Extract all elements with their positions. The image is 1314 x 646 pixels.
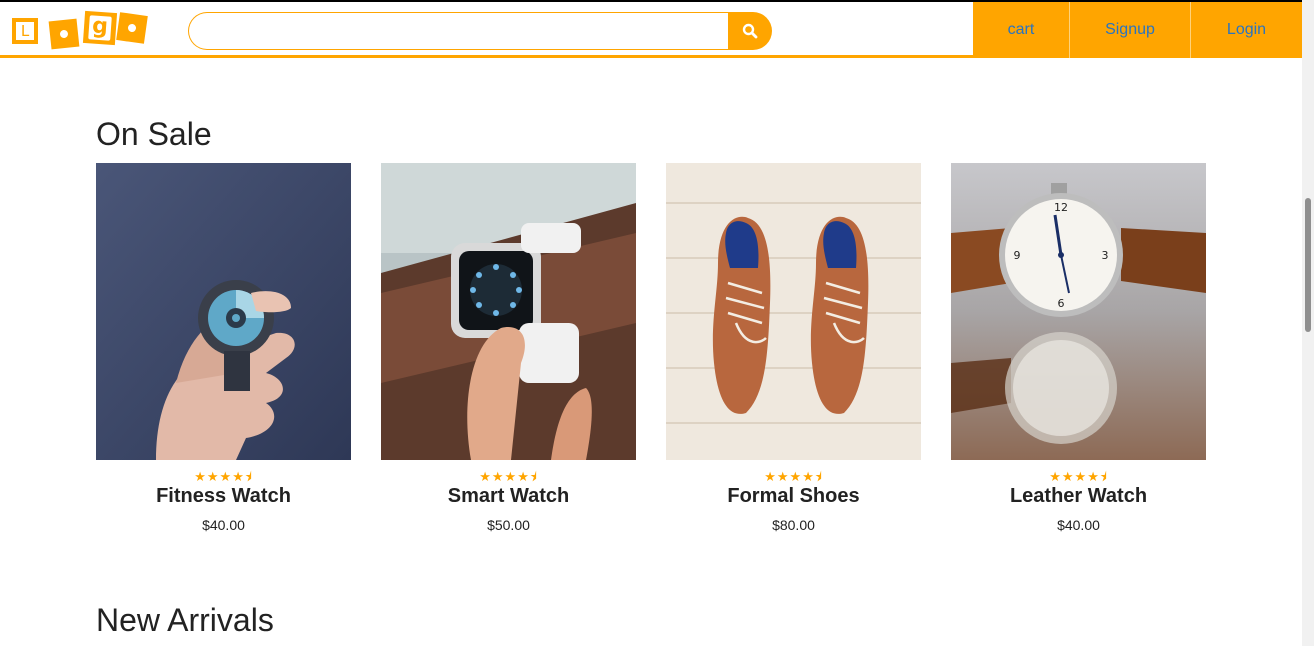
- login-link[interactable]: Login: [1191, 2, 1302, 58]
- product-price: $40.00: [1057, 517, 1100, 533]
- product-card[interactable]: ★★★★⯨ Formal Shoes $80.00: [666, 163, 921, 543]
- signup-link[interactable]: Signup: [1070, 2, 1191, 58]
- product-card[interactable]: 12 3 6 9 ★★★★⯨ Leather Watch $40.00: [951, 163, 1206, 543]
- search-icon: [742, 23, 758, 39]
- logo-letter-o-2: [116, 12, 148, 44]
- product-name[interactable]: Smart Watch: [381, 485, 636, 508]
- scrollbar-thumb[interactable]: [1305, 198, 1311, 332]
- formal-shoes-image[interactable]: [666, 163, 921, 460]
- main-nav: cart Signup Login: [973, 2, 1302, 58]
- on-sale-heading: On Sale: [96, 116, 212, 152]
- search-input[interactable]: [188, 12, 730, 50]
- logo-letter-l: L: [12, 18, 38, 44]
- leather-watch-image[interactable]: 12 3 6 9: [951, 163, 1206, 460]
- site-header: L g cart Signup Login: [0, 2, 1302, 58]
- search-button[interactable]: [728, 12, 772, 50]
- on-sale-products: ★★★★⯨ Fitness Watch $40.00 ★★★★⯨ Smart W…: [96, 163, 1206, 543]
- cart-link[interactable]: cart: [973, 2, 1070, 58]
- svg-text:9: 9: [1014, 249, 1021, 262]
- product-card[interactable]: ★★★★⯨ Smart Watch $50.00: [381, 163, 636, 543]
- svg-text:12: 12: [1054, 201, 1068, 214]
- product-name[interactable]: Formal Shoes: [666, 485, 921, 508]
- product-price: $50.00: [487, 517, 530, 533]
- logo-letter-g: g: [82, 10, 118, 46]
- product-name[interactable]: Leather Watch: [951, 485, 1206, 508]
- product-price: $40.00: [202, 517, 245, 533]
- fitness-watch-image[interactable]: [96, 163, 351, 460]
- page-scrollbar[interactable]: [1302, 0, 1314, 646]
- svg-text:3: 3: [1102, 249, 1109, 262]
- new-arrivals-heading: New Arrivals: [96, 602, 274, 638]
- product-card[interactable]: ★★★★⯨ Fitness Watch $40.00: [96, 163, 351, 543]
- product-price: $80.00: [772, 517, 815, 533]
- site-logo[interactable]: L g: [12, 10, 148, 50]
- smart-watch-image[interactable]: [381, 163, 636, 460]
- search-bar: [188, 12, 772, 50]
- product-name[interactable]: Fitness Watch: [96, 485, 351, 508]
- svg-text:6: 6: [1058, 297, 1065, 310]
- logo-letter-o: [48, 18, 80, 50]
